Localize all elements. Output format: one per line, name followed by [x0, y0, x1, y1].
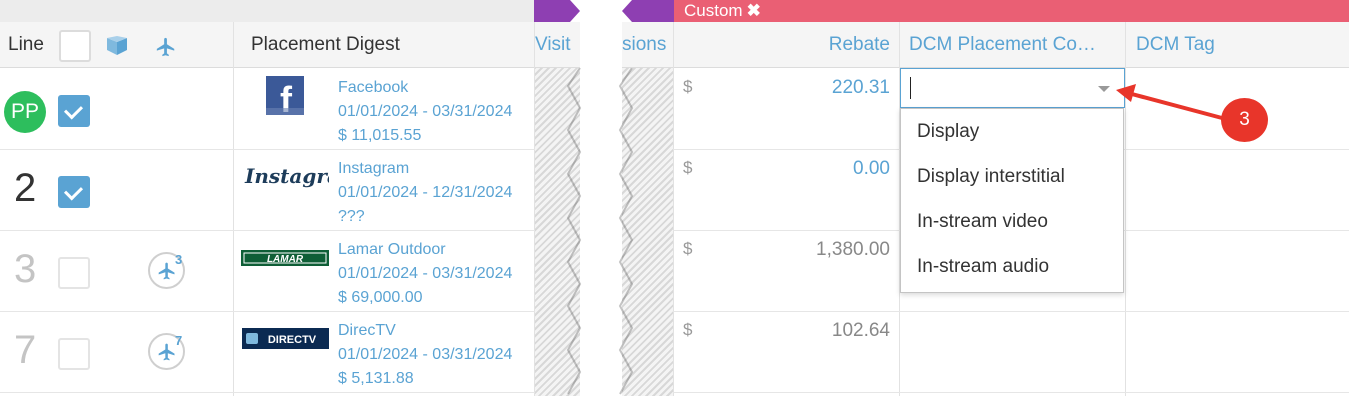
header-rebate[interactable]: Rebate: [760, 22, 890, 68]
flight-count: 7: [175, 333, 183, 348]
placement-dates: 01/01/2024 - 12/31/2024: [338, 184, 513, 201]
rebate-value[interactable]: 0.00: [760, 158, 890, 180]
header-dcm-tag[interactable]: DCM Tag: [1136, 22, 1215, 68]
plane-icon: [158, 262, 175, 280]
placement-name[interactable]: Facebook: [338, 76, 408, 100]
placement-amount: $ 11,015.55: [338, 127, 422, 144]
row-checkbox[interactable]: [58, 338, 90, 370]
placement-dates: 01/01/2024 - 03/31/2024: [338, 103, 513, 120]
placement-dates: 01/01/2024 - 03/31/2024: [338, 346, 513, 363]
annotation-arrow: [1116, 84, 1224, 120]
placement-amount: $ 69,000.00: [338, 289, 423, 306]
svg-text:LAMAR: LAMAR: [267, 254, 304, 265]
currency-symbol: $: [683, 320, 693, 339]
placement-name[interactable]: Instagram: [338, 157, 409, 181]
placement-name[interactable]: Lamar Outdoor: [338, 238, 446, 262]
lamar-logo: LAMAR: [241, 250, 329, 266]
option-display-interstitial[interactable]: Display interstitial: [917, 166, 1065, 188]
column-group-purple-left: [534, 0, 580, 22]
avatar[interactable]: PP: [4, 91, 46, 133]
line-number: 7: [14, 328, 37, 372]
top-strip: [0, 0, 534, 22]
facebook-logo: f: [266, 76, 304, 115]
text-cursor: [910, 77, 911, 99]
row-checkbox[interactable]: [58, 257, 90, 289]
chevron-down-icon[interactable]: [1098, 86, 1110, 92]
plane-icon: [158, 343, 175, 361]
header-dcm-placement[interactable]: DCM Placement Co…: [909, 22, 1096, 68]
line-number: 3: [14, 247, 37, 291]
rebate-value[interactable]: 220.31: [760, 77, 890, 99]
column-divider: [673, 22, 674, 396]
torn-edge-left: [566, 68, 582, 395]
step-badge: 3: [1221, 98, 1268, 142]
custom-group-label: Custom: [684, 1, 743, 20]
currency-symbol: $: [683, 239, 693, 258]
directv-logo: DIRECTV: [242, 328, 329, 349]
option-in-stream-audio[interactable]: In-stream audio: [917, 256, 1049, 278]
select-all-checkbox[interactable]: [59, 30, 91, 62]
line-number: 2: [14, 166, 37, 210]
option-in-stream-video[interactable]: In-stream video: [917, 211, 1048, 233]
column-divider: [1125, 22, 1126, 396]
row-divider: [0, 230, 1349, 231]
rebate-value[interactable]: 1,380.00: [760, 239, 890, 261]
close-icon[interactable]: ✖: [747, 1, 761, 20]
column-divider: [233, 22, 234, 396]
dcm-placement-select[interactable]: [900, 68, 1125, 108]
row-checkbox[interactable]: [58, 176, 90, 208]
header-line[interactable]: Line: [8, 22, 44, 68]
plane-icon[interactable]: [155, 36, 177, 58]
row-checkbox[interactable]: [58, 95, 90, 127]
header-placement-digest[interactable]: Placement Digest: [251, 22, 400, 68]
currency-symbol: $: [683, 158, 693, 177]
placement-dates: 01/01/2024 - 03/31/2024: [338, 265, 513, 282]
row-divider: [0, 149, 1349, 150]
row-divider: [0, 392, 1349, 393]
custom-group-banner[interactable]: Custom ✖: [674, 0, 1349, 22]
svg-text:Instagram: Instagram: [244, 164, 329, 188]
option-display[interactable]: Display: [917, 121, 979, 143]
torn-edge-right: [618, 68, 634, 395]
header-visits[interactable]: Visit: [535, 22, 571, 68]
header-impressions[interactable]: sions: [622, 22, 666, 68]
rebate-value[interactable]: 102.64: [760, 320, 890, 342]
flight-count: 3: [175, 252, 183, 267]
svg-text:DIRECTV: DIRECTV: [268, 334, 317, 346]
column-group-purple-right: [622, 0, 674, 22]
placement-amount: ???: [338, 208, 365, 225]
box-icon[interactable]: [106, 36, 128, 56]
row-divider: [0, 311, 1349, 312]
placement-name[interactable]: DirecTV: [338, 319, 396, 343]
dcm-placement-options: Display Display interstitial In-stream v…: [900, 108, 1124, 293]
placement-amount: $ 5,131.88: [338, 370, 414, 387]
instagram-logo: Instagram: [244, 164, 329, 188]
currency-symbol: $: [683, 77, 693, 96]
